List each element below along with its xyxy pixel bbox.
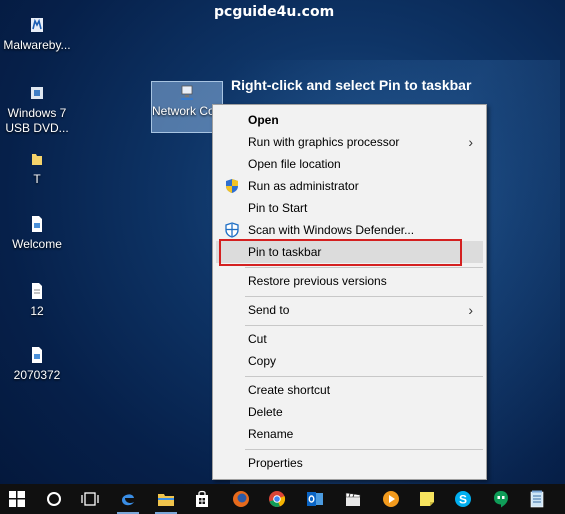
taskbar-chrome[interactable]: [260, 484, 294, 514]
taskbar-firefox[interactable]: [224, 484, 258, 514]
image-file-icon: [32, 347, 42, 363]
skype-icon: S: [455, 491, 471, 507]
menu-item-label: Restore previous versions: [248, 274, 387, 288]
menu-item-label: Run with graphics processor: [248, 135, 400, 149]
task-view-icon: [81, 492, 99, 506]
menu-item-create-shortcut[interactable]: Create shortcut: [216, 379, 483, 401]
chrome-icon: [269, 491, 286, 507]
cortana-search-icon: [47, 492, 61, 506]
notepad-icon: [530, 490, 544, 508]
media-player-icon: [383, 491, 399, 507]
menu-separator: [245, 296, 483, 297]
file-explorer-icon: [158, 494, 174, 506]
menu-item-label: Open file location: [248, 157, 341, 171]
taskbar-store[interactable]: [185, 484, 219, 514]
folder-icon: [32, 154, 42, 165]
watermark: pcguide4u.com: [214, 4, 335, 20]
menu-item-restore-previous-versions[interactable]: Restore previous versions: [216, 270, 483, 292]
image-file-icon: [32, 216, 42, 232]
desktop-icon-label: Windows 7 USB DVD...: [5, 106, 69, 135]
menu-item-delete[interactable]: Delete: [216, 401, 483, 423]
menu-item-label: Run as administrator: [248, 179, 359, 193]
taskbar-hangouts[interactable]: [484, 484, 518, 514]
edge-icon: [122, 494, 134, 506]
taskbar-skype[interactable]: S: [446, 484, 480, 514]
cortana-search-button[interactable]: [37, 484, 71, 514]
menu-item-label: Rename: [248, 427, 294, 441]
network-connections-icon: [181, 85, 193, 100]
chevron-right-icon: ›: [468, 134, 473, 150]
hangouts-icon: [494, 491, 508, 508]
desktop-icon-label: T: [33, 172, 41, 186]
taskbar-notepad[interactable]: [520, 484, 554, 514]
menu-item-label: Scan with Windows Defender...: [248, 223, 415, 237]
chevron-right-icon: ›: [468, 302, 473, 318]
menu-item-open[interactable]: Open: [216, 109, 483, 131]
windows-logo-icon: [9, 491, 25, 507]
start-button[interactable]: [0, 484, 34, 514]
movie-maker-icon: [345, 492, 361, 506]
menu-item-label: Send to: [248, 303, 290, 317]
menu-item-cut[interactable]: Cut: [216, 328, 483, 350]
menu-item-scan-with-windows-defender[interactable]: Scan with Windows Defender...: [216, 219, 483, 241]
desktop-icon-welcome[interactable]: Welcome: [0, 215, 74, 252]
outlook-icon: [307, 492, 323, 506]
menu-item-send-to[interactable]: Send to ›: [216, 299, 483, 321]
taskbar-media-player[interactable]: [374, 484, 408, 514]
menu-item-run-as-administrator[interactable]: Run as administrator: [216, 175, 483, 197]
menu-item-label: Pin to Start: [248, 201, 308, 215]
desktop-icon-windows-usb-dvd[interactable]: Windows 7 USB DVD...: [0, 84, 74, 136]
store-icon: [196, 490, 208, 507]
desktop-icon-malwarebytes[interactable]: Malwareby...: [0, 16, 74, 53]
menu-item-label: Copy: [248, 354, 277, 368]
menu-item-label: Create shortcut: [248, 383, 331, 397]
malwarebytes-icon: [31, 18, 43, 32]
usb-dvd-tool-icon: [31, 87, 43, 99]
taskbar-sticky-notes[interactable]: [410, 484, 444, 514]
desktop-icon-label: Malwareby...: [3, 38, 71, 52]
desktop-icon-12[interactable]: 12: [0, 282, 74, 319]
menu-separator: [245, 267, 483, 268]
menu-item-label: Open: [248, 113, 279, 127]
menu-item-properties[interactable]: Properties: [216, 452, 483, 474]
taskbar-file-explorer[interactable]: [149, 484, 183, 514]
sticky-notes-icon: [420, 492, 434, 506]
menu-item-pin-to-start[interactable]: Pin to Start: [216, 197, 483, 219]
desktop-icon-label: 2070372: [13, 368, 61, 382]
menu-separator: [245, 376, 483, 377]
pin-to-taskbar-highlight-box: [219, 239, 462, 266]
desktop-icon-t-folder[interactable]: T: [0, 150, 74, 187]
uac-shield-icon: [226, 179, 238, 193]
text-file-icon: [32, 283, 42, 299]
menu-separator: [245, 449, 483, 450]
instruction-caption: Right-click and select Pin to taskbar: [231, 77, 472, 93]
menu-item-label: Properties: [248, 456, 303, 470]
taskbar-outlook[interactable]: [298, 484, 332, 514]
menu-item-open-file-location[interactable]: Open file location: [216, 153, 483, 175]
desktop-icon-label: Welcome: [12, 237, 62, 251]
taskbar-movie-maker[interactable]: [336, 484, 370, 514]
svg-text:S: S: [459, 493, 467, 507]
context-menu: Open Run with graphics processor › Open …: [212, 104, 487, 480]
desktop-icon-2070372[interactable]: 2070372: [0, 346, 74, 383]
taskbar-edge[interactable]: [111, 484, 145, 514]
menu-item-label: Cut: [248, 332, 267, 346]
menu-item-rename[interactable]: Rename: [216, 423, 483, 445]
task-view-button[interactable]: [73, 484, 107, 514]
menu-item-label: Delete: [248, 405, 283, 419]
menu-separator: [245, 325, 483, 326]
desktop-icon-label: 12: [30, 304, 44, 318]
menu-item-run-with-graphics-processor[interactable]: Run with graphics processor ›: [216, 131, 483, 153]
menu-item-copy[interactable]: Copy: [216, 350, 483, 372]
firefox-icon: [233, 491, 249, 507]
windows-defender-icon: [225, 222, 239, 238]
taskbar: S: [0, 484, 565, 514]
